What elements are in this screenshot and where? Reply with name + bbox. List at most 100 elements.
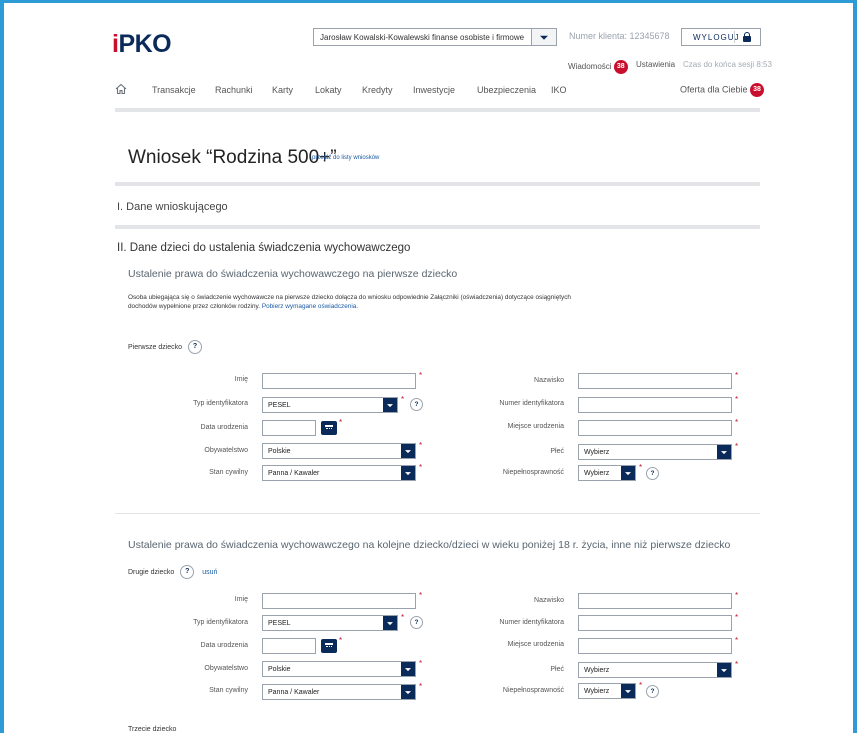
first-name-label: Imię — [234, 376, 248, 383]
settings-link[interactable]: Ustawienia — [636, 60, 675, 69]
window-frame-left — [0, 0, 4, 733]
section-divider — [115, 182, 760, 186]
birth-place-input[interactable] — [578, 638, 732, 654]
id-type-select[interactable]: PESEL — [262, 615, 398, 631]
citizenship-label: Obywatelstwo — [204, 447, 248, 454]
offer-label: Oferta dla Ciebie — [680, 84, 748, 95]
download-statements-link[interactable]: Pobierz wymagane oświadczenia. — [262, 303, 358, 310]
birth-date-input[interactable] — [262, 420, 316, 436]
sex-select[interactable]: Wybierz — [578, 662, 732, 678]
chevron-down-icon — [387, 622, 393, 626]
pko-logo[interactable]: iPKO — [112, 30, 172, 58]
nav-karty[interactable]: Karty — [272, 85, 293, 95]
window-frame-top — [0, 0, 857, 3]
help-icon[interactable]: ? — [646, 467, 659, 480]
nav-kredyty[interactable]: Kredyty — [362, 85, 393, 95]
disability-label: Niepełnosprawność — [502, 469, 564, 476]
birth-place-input[interactable] — [578, 420, 732, 436]
birth-place-label: Miejsce urodzenia — [507, 423, 564, 430]
calendar-icon[interactable] — [321, 639, 337, 653]
logo-pko: PKO — [118, 30, 172, 58]
messages-label: Wiadomości — [568, 62, 612, 72]
nav-rachunki[interactable]: Rachunki — [215, 85, 253, 95]
messages-link[interactable]: Wiadomości 38 — [568, 60, 628, 74]
home-icon[interactable] — [115, 83, 127, 95]
back-to-list-link[interactable]: przejdź do listy wniosków — [312, 155, 379, 161]
nav-ubezpieczenia[interactable]: Ubezpieczenia — [477, 85, 536, 95]
section-applicant-header[interactable]: I. Dane wnioskującego — [117, 201, 228, 213]
required-marker: * — [735, 613, 739, 622]
citizenship-label: Obywatelstwo — [204, 665, 248, 672]
last-name-label: Nazwisko — [534, 597, 564, 604]
birth-place-label: Miejsce urodzenia — [507, 641, 564, 648]
nav-inwestycje[interactable]: Inwestycje — [413, 85, 455, 95]
disability-select[interactable]: Wybierz — [578, 683, 636, 699]
calendar-icon[interactable] — [321, 421, 337, 435]
id-number-input[interactable] — [578, 615, 732, 631]
disability-value: Wybierz — [584, 469, 610, 477]
window-frame-right — [853, 0, 857, 733]
nav-transakcje[interactable]: Transakcje — [152, 85, 196, 95]
first-name-input[interactable] — [262, 373, 416, 389]
required-marker: * — [735, 418, 739, 427]
birth-date-input[interactable] — [262, 638, 316, 654]
child-3-label: Trzecie dziecko — [128, 726, 177, 733]
disability-select[interactable]: Wybierz — [578, 465, 636, 481]
required-marker: * — [639, 681, 643, 690]
sex-value: Wybierz — [584, 666, 610, 674]
child-divider — [115, 513, 760, 514]
page-title: Wniosek “Rodzina 500+” — [128, 147, 337, 168]
marital-status-select[interactable]: Panna / Kawaler — [262, 684, 416, 700]
remove-child-link[interactable]: usuń — [202, 569, 217, 576]
disability-dropdown-button[interactable] — [621, 684, 635, 698]
help-icon[interactable]: ? — [646, 685, 659, 698]
sex-label: Płeć — [550, 666, 564, 673]
sex-select[interactable]: Wybierz — [578, 444, 732, 460]
id-number-label: Numer identyfikatora — [499, 400, 564, 407]
last-name-input[interactable] — [578, 373, 732, 389]
citizenship-select[interactable]: Polskie — [262, 443, 416, 459]
nav-iko[interactable]: IKO — [551, 85, 567, 95]
disability-label: Niepełnosprawność — [502, 687, 564, 694]
sex-dropdown-button[interactable] — [717, 663, 731, 677]
id-type-dropdown-button[interactable] — [383, 616, 397, 630]
user-profile-select[interactable]: Jarosław Kowalski-Kowalewski finanse oso… — [313, 28, 557, 46]
info-text: Osoba ubiegająca się o świadczenie wycho… — [128, 293, 598, 311]
id-number-input[interactable] — [578, 397, 732, 413]
id-type-select[interactable]: PESEL — [262, 397, 398, 413]
logout-label: WYLOGUJ — [693, 33, 740, 42]
last-name-label: Nazwisko — [534, 377, 564, 384]
id-type-value: PESEL — [268, 401, 291, 409]
sex-dropdown-button[interactable] — [717, 445, 731, 459]
required-marker: * — [735, 371, 739, 380]
session-timer: Czas do końca sesji 8:53 — [683, 60, 772, 69]
next-children-heading: Ustalenie prawa do świadczenia wychowawc… — [128, 539, 731, 551]
first-name-input[interactable] — [262, 593, 416, 609]
last-name-input[interactable] — [578, 593, 732, 609]
marital-status-value: Panna / Kawaler — [268, 688, 320, 696]
sex-value: Wybierz — [584, 448, 610, 456]
required-marker: * — [735, 660, 739, 669]
birth-date-label: Data urodzenia — [200, 642, 248, 649]
id-type-dropdown-button[interactable] — [383, 398, 397, 412]
required-marker: * — [339, 636, 343, 645]
help-icon[interactable]: ? — [180, 565, 195, 579]
required-marker: * — [735, 442, 739, 451]
help-icon[interactable]: ? — [188, 340, 203, 354]
required-marker: * — [735, 591, 739, 600]
logout-button[interactable]: WYLOGUJ — [681, 28, 761, 46]
citizenship-select[interactable]: Polskie — [262, 661, 416, 677]
disability-dropdown-button[interactable] — [621, 466, 635, 480]
sex-label: Płeć — [550, 448, 564, 455]
marital-status-value: Panna / Kawaler — [268, 469, 320, 477]
child-1-label: Pierwsze dziecko — [128, 343, 183, 351]
child-2-label: Drugie dziecko — [128, 568, 175, 576]
nav-lokaty[interactable]: Lokaty — [315, 85, 342, 95]
section-divider — [115, 225, 760, 229]
required-marker: * — [735, 636, 739, 645]
id-number-label: Numer identyfikatora — [499, 619, 564, 626]
child-label: Pierwsze dziecko ? — [128, 340, 203, 354]
offer-link[interactable]: Oferta dla Ciebie 38 — [680, 83, 765, 97]
marital-status-select[interactable]: Panna / Kawaler — [262, 465, 416, 481]
user-profile-dropdown-button[interactable] — [531, 29, 556, 45]
